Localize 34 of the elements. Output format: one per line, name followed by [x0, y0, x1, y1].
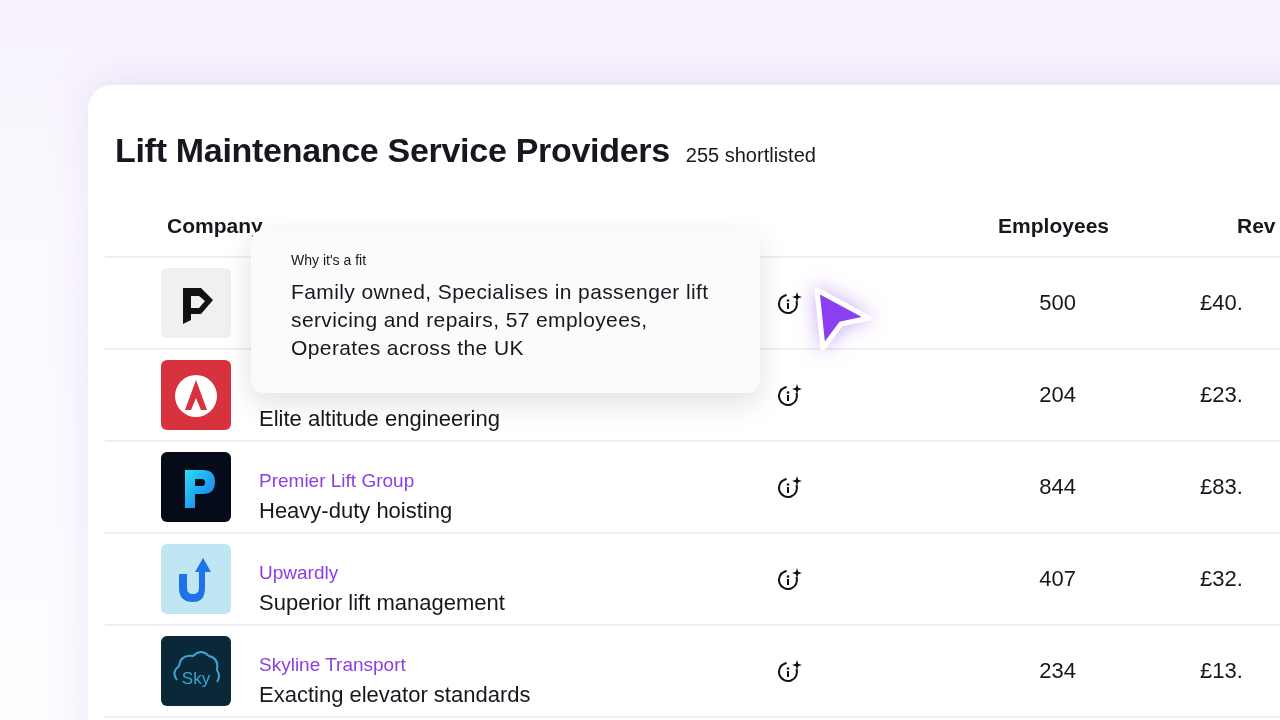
table-cell-text: 844 — [1038, 474, 1076, 500]
company-tagline: Superior lift management — [259, 590, 506, 616]
tooltip-title: Why it's a fit — [291, 252, 368, 268]
ai-info-icon[interactable] — [777, 659, 803, 683]
company-tagline: Heavy-duty hoisting — [259, 498, 454, 524]
shortlist-count: 255 shortlisted — [685, 144, 816, 167]
table-cell-text: £23. — [1199, 382, 1244, 408]
company-logo — [161, 452, 231, 522]
table-cell-text: £13. — [1199, 658, 1244, 684]
ai-info-icon[interactable] — [777, 475, 803, 499]
table-cell-text: £40. — [1199, 290, 1244, 316]
table-cell-text: 500 — [1038, 290, 1076, 316]
ai-info-icon[interactable] — [777, 383, 803, 407]
tooltip-text: Family owned, Specialises in passenger lift servicing and repairs, 57 employees, Operates across the UK — [291, 279, 710, 361]
company-tagline: Elite altitude engineering — [259, 406, 501, 432]
company-link[interactable]: Skyline Transport — [259, 654, 777, 676]
company-tagline: Exacting elevator standards — [259, 682, 532, 708]
ai-info-icon[interactable] — [777, 291, 803, 315]
table-cell-text: 204 — [1038, 382, 1076, 408]
table-cell-text: £83. — [1199, 474, 1244, 500]
page-title: Lift Maintenance Service Providers — [115, 131, 670, 170]
table-cell-text: 407 — [1038, 566, 1076, 592]
column-header: Rev — [1237, 214, 1276, 238]
column-header: Employees — [997, 214, 1109, 238]
table-cell-text: 234 — [1038, 658, 1076, 684]
company-logo — [161, 544, 231, 614]
ai-info-icon[interactable] — [777, 567, 803, 591]
company-link[interactable]: Upwardly — [259, 562, 777, 584]
company-logo — [161, 268, 231, 338]
company-link[interactable]: Premier Lift Group — [259, 470, 777, 492]
table-cell-text: £32. — [1199, 566, 1244, 592]
column-header: Company — [166, 214, 264, 238]
company-logo: Sky — [161, 636, 231, 706]
company-logo — [161, 360, 231, 430]
